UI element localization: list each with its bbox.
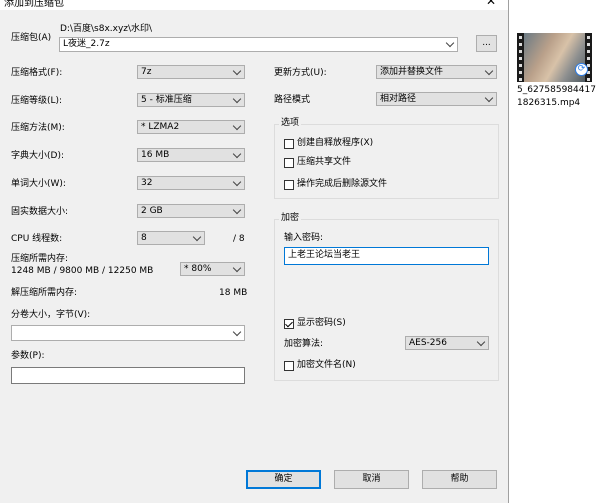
help-button[interactable]: 帮助 — [422, 470, 497, 489]
chevron-down-icon[interactable] — [232, 263, 242, 273]
params-label: 参数(P): — [11, 351, 45, 361]
chevron-down-icon[interactable] — [232, 94, 242, 104]
method-select[interactable]: * LZMA2 — [137, 120, 245, 134]
ok-button[interactable]: 确定 — [246, 470, 321, 489]
password-input[interactable]: 上老王论坛当老王 — [284, 247, 489, 265]
update-label: 更新方式(U): — [274, 68, 327, 78]
update-value: 添加并替换文件 — [380, 67, 444, 77]
shared-label: 压缩共享文件 — [297, 157, 352, 167]
word-label: 单词大小(W): — [11, 179, 66, 189]
title-bar: 添加到压缩包 ✕ — [0, 0, 508, 10]
volume-size-combo[interactable] — [11, 325, 245, 341]
path-mode-select[interactable]: 相对路径 — [376, 92, 497, 106]
threads-value: 8 — [141, 233, 147, 243]
word-value: 32 — [141, 178, 153, 188]
encryption-method-select[interactable]: AES-256 — [405, 336, 489, 350]
dict-value: 16 MB — [141, 150, 170, 160]
archive-name-value: L夜迷_2.7z — [63, 39, 110, 49]
memory-detail: 1248 MB / 9800 MB / 12250 MB — [11, 266, 154, 276]
encrypt-names-label: 加密文件名(N) — [297, 360, 356, 370]
threads-select[interactable]: 8 — [137, 231, 205, 245]
show-password-checkbox[interactable] — [284, 319, 294, 329]
add-to-archive-dialog: 添加到压缩包 ✕ 压缩包(A) D:\百度\s8x.xyz\水印\ L夜迷_2.… — [0, 0, 509, 503]
format-label: 压缩格式(F): — [11, 68, 63, 78]
chevron-down-icon[interactable] — [484, 93, 494, 103]
chevron-down-icon[interactable] — [232, 66, 242, 76]
delete-after-checkbox[interactable] — [284, 180, 294, 190]
volume-label: 分卷大小，字节(V): — [11, 310, 91, 320]
solid-label: 固实数据大小: — [11, 207, 69, 217]
params-input[interactable] — [11, 367, 245, 384]
delete-after-label: 操作完成后删除源文件 — [297, 179, 388, 189]
chevron-down-icon[interactable] — [232, 149, 242, 159]
memory-percent-value: * 80% — [184, 264, 212, 274]
film-strip-left — [517, 33, 524, 82]
cancel-button[interactable]: 取消 — [334, 470, 409, 489]
sfx-label: 创建自释放程序(X) — [297, 138, 374, 148]
level-label: 压缩等级(L): — [11, 96, 63, 106]
password-label: 输入密码: — [284, 233, 324, 243]
method-value: * LZMA2 — [141, 122, 180, 132]
method-label: 压缩方法(M): — [11, 123, 65, 133]
archive-path: D:\百度\s8x.xyz\水印\ — [60, 24, 153, 34]
encryption-group-title: 加密 — [279, 213, 302, 224]
threads-label: CPU 线程数: — [11, 234, 63, 244]
close-icon[interactable]: ✕ — [486, 0, 496, 8]
sfx-checkbox[interactable] — [284, 139, 294, 149]
format-value: 7z — [141, 67, 152, 77]
film-strip-right — [585, 33, 592, 82]
chevron-down-icon[interactable] — [232, 121, 242, 131]
chevron-down-icon[interactable] — [192, 232, 202, 242]
window-title: 添加到压缩包 — [4, 0, 64, 9]
show-password-label: 显示密码(S) — [297, 318, 346, 328]
chevron-down-icon[interactable] — [232, 205, 242, 215]
dict-select[interactable]: 16 MB — [137, 148, 245, 162]
format-select[interactable]: 7z — [137, 65, 245, 79]
chevron-down-icon[interactable] — [445, 38, 455, 48]
level-select[interactable]: 5 - 标准压缩 — [137, 93, 245, 107]
options-group-title: 选项 — [279, 118, 302, 129]
archive-name-combo[interactable]: L夜迷_2.7z — [59, 37, 458, 52]
archive-label: 压缩包(A) — [11, 33, 52, 43]
encrypt-names-checkbox[interactable] — [284, 361, 294, 371]
memory-label: 压缩所需内存: — [11, 254, 69, 264]
chevron-down-icon[interactable] — [484, 66, 494, 76]
pathmode-value: 相对路径 — [380, 94, 417, 104]
level-value: 5 - 标准压缩 — [141, 95, 192, 105]
encryption-method-label: 加密算法: — [284, 339, 324, 349]
decomp-memory-value: 18 MB — [219, 288, 248, 298]
chevron-down-icon[interactable] — [232, 177, 242, 187]
chevron-down-icon[interactable] — [232, 327, 242, 337]
dict-label: 字典大小(D): — [11, 151, 64, 161]
desktop-file-name[interactable]: 5_6275859844171826315.mp4 — [517, 84, 600, 110]
chevron-down-icon[interactable] — [476, 337, 486, 347]
sync-icon: ⟳ — [575, 63, 588, 76]
solid-value: 2 GB — [141, 206, 163, 216]
video-thumbnail — [524, 33, 585, 82]
shared-checkbox[interactable] — [284, 158, 294, 168]
update-mode-select[interactable]: 添加并替换文件 — [376, 65, 497, 79]
word-select[interactable]: 32 — [137, 176, 245, 190]
decomp-memory-label: 解压缩所需内存: — [11, 288, 78, 298]
threads-total: / 8 — [233, 234, 245, 244]
solid-select[interactable]: 2 GB — [137, 204, 245, 218]
pathmode-label: 路径模式 — [274, 95, 311, 105]
memory-percent-select[interactable]: * 80% — [180, 262, 245, 276]
encryption-method-value: AES-256 — [409, 338, 447, 348]
browse-button[interactable]: ... — [476, 35, 497, 52]
